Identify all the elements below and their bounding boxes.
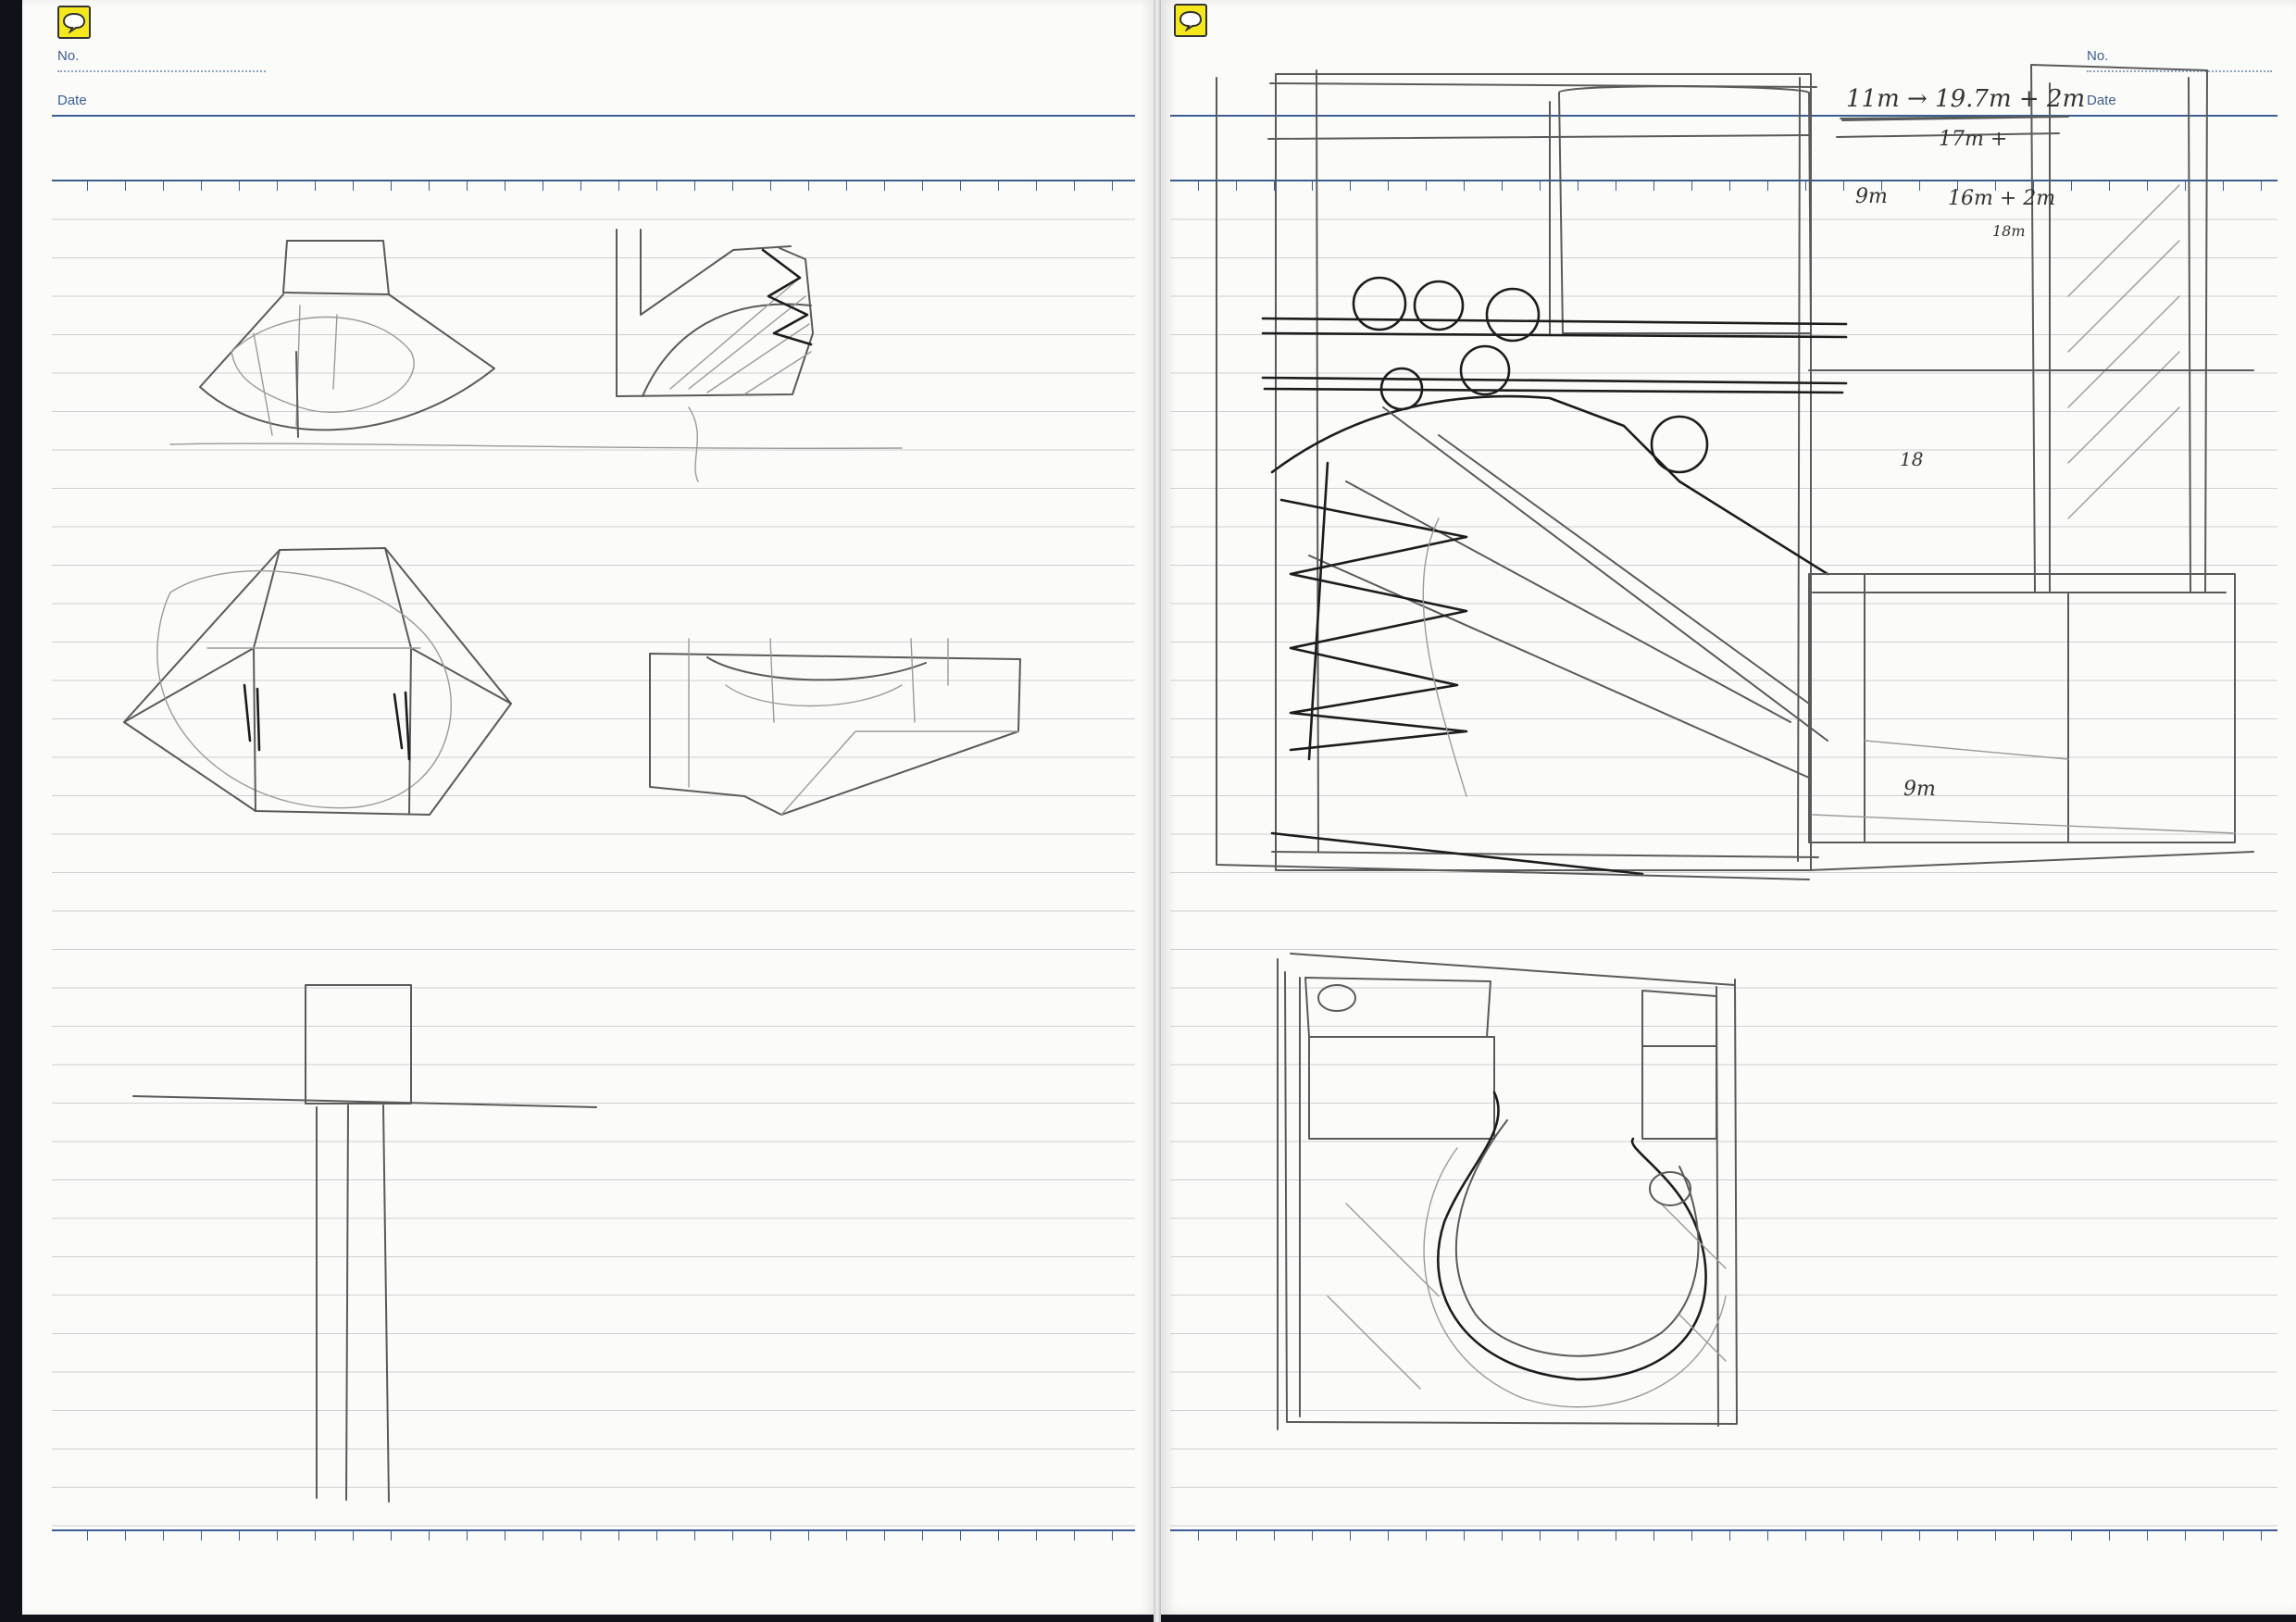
depth-note-line1: 9m (1855, 185, 1888, 208)
book-gutter (1154, 0, 1161, 1622)
left-page-sketches (123, 229, 1021, 1503)
sketch-hexagon (123, 547, 512, 816)
sketch-section (649, 638, 1021, 816)
right-page: No. Date 11m → 19.7m + 2m 17m + 9m 16m +… (1161, 0, 2296, 1615)
mid-mark: 18 (1900, 448, 1924, 470)
right-page-sketches (1216, 64, 2254, 1430)
depth-note-line3: 18m (1992, 222, 2026, 240)
left-page: No. Date (22, 0, 1154, 1615)
notebook-spread: No. Date No. Date 11m → 19.7m + 2m 17m +… (0, 0, 2296, 1622)
sketch-floor-plan (1216, 64, 2254, 880)
width-note-line1: 11m → 19.7m + 2m (1846, 85, 2086, 113)
depth-note-line2: 16m + 2m (1948, 187, 2056, 210)
width-note-line2: 17m + (1939, 128, 2008, 151)
room-height-note: 9m (1903, 778, 1936, 801)
sketch-angled-block (616, 229, 814, 482)
sketch-circle-plan (1277, 953, 1738, 1430)
sketch-tower (132, 984, 597, 1503)
